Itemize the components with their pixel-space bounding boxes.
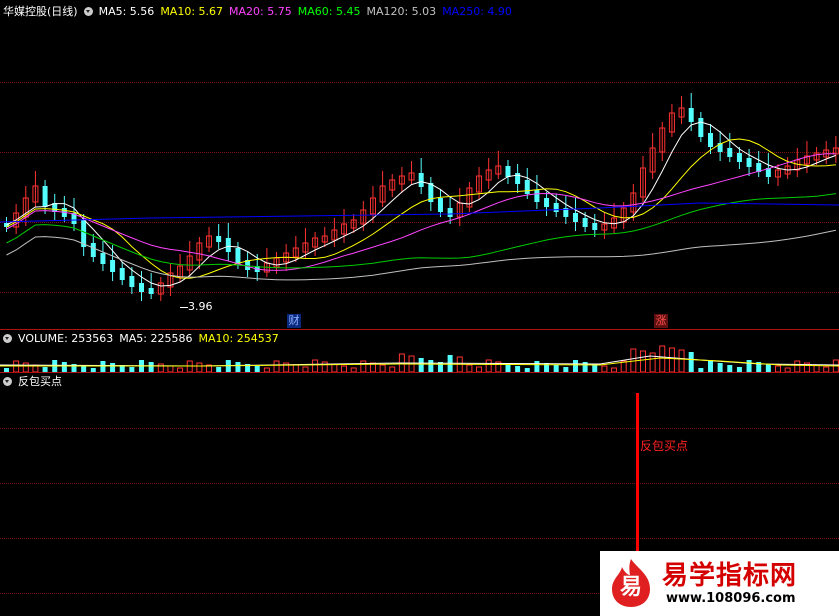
buy-signal-label: 反包买点 [640,439,689,453]
volume-bar [765,364,771,372]
watermark-url: www.108096.com [666,591,796,606]
candle-body [148,288,154,294]
candle-body [216,236,222,242]
candle-body [129,276,135,287]
volume-bar [639,350,646,373]
candle-body [100,253,106,264]
candle-body [90,243,96,257]
candle-body [447,208,453,217]
candlestick-chart[interactable] [0,0,839,330]
dropdown-icon[interactable] [3,377,12,386]
volume-panel: VOLUME: 253563 MA5: 225586 MA10: 254537 [0,330,839,373]
candle-body [727,148,733,157]
volume-bar [678,349,685,373]
price-panel: 华媒控股(日线) MA5: 5.56 MA10: 5.67 MA20: 5.75 MA6… [0,0,839,330]
indicator-gridline [0,428,839,429]
event-marker-limitup[interactable]: 涨 [654,314,668,328]
candle-body [437,198,443,212]
candle-body [553,203,559,212]
candle-body [139,283,145,292]
candle-body [418,173,424,187]
candle-body [110,260,116,272]
low-price-marker: 3.96 [180,300,213,313]
volume-bar [273,360,280,373]
candle-body [582,218,588,227]
volume-bar [572,360,578,372]
volume-bar [321,361,328,373]
volume-bar [148,362,154,372]
volume-bar [428,360,434,372]
volume-bar [235,362,241,372]
indicator-title: 反包买点 [18,375,62,388]
volume-bar [360,360,367,373]
volume-bar [727,365,733,372]
candle-body [505,166,511,177]
volume-bar [418,358,424,372]
candle-body [592,223,598,230]
volume-bar [466,364,473,373]
volume-bar [668,347,675,373]
volume-bar [707,361,713,372]
candle-body [746,158,752,167]
candle-body [235,248,241,264]
volume-bar [688,352,694,372]
watermark-badge-char: 易 [619,575,642,600]
volume-bar [292,364,299,373]
volume-bar [553,365,559,372]
volume-bar [717,363,723,372]
volume-bar [110,363,116,372]
volume-bar [485,359,492,373]
volume-bar [312,359,319,373]
candle-body [119,268,125,280]
volume-bar [379,364,386,373]
watermark-logo: 易 易学指标网 www.108096.com [600,551,839,616]
candle-body [572,213,578,222]
volume-bar [534,361,540,372]
indicator-gridline [0,538,839,539]
volume-bar [196,362,203,373]
volume-bar [794,360,801,373]
volume-bar [157,363,164,373]
volume-bars[interactable] [0,330,839,373]
ma60-line [6,193,836,269]
candle-body [42,186,48,207]
event-marker-finance[interactable]: 财 [287,314,301,328]
candle-body [707,133,713,147]
candle-body [524,180,530,194]
candle-body [544,198,550,207]
volume-bar [659,345,666,373]
candle-body [534,190,540,202]
candle-body [698,118,704,137]
indicator-header: 反包买点 [3,374,68,390]
volume-bar [331,363,338,373]
candle-body [225,238,231,252]
candle-body [688,108,694,122]
volume-bar [61,362,67,372]
indicator-gridline [0,483,839,484]
low-price-value: 3.96 [188,300,213,313]
watermark-name: 易学指标网 [662,561,798,591]
volume-bar [746,360,752,372]
volume-bar [22,362,29,373]
volume-bar [505,364,511,372]
ma250-line [0,202,839,223]
candle-body [736,153,742,162]
